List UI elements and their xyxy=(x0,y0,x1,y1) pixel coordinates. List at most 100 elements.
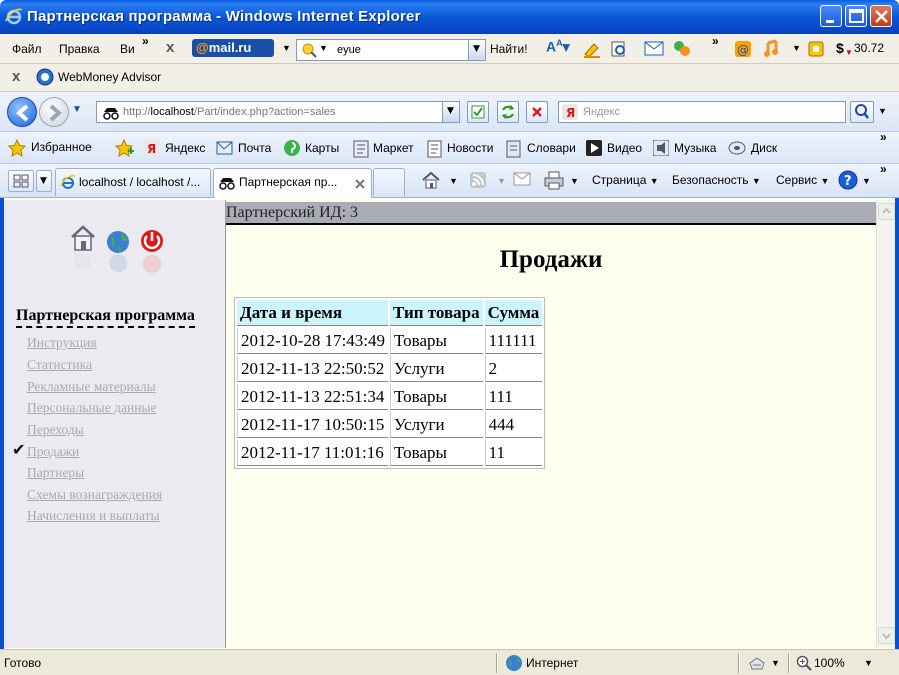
tab-list-dropdown[interactable]: ▼ xyxy=(36,170,52,192)
address-bar[interactable]: http://localhost/Part/index.php?action=s… xyxy=(96,101,460,123)
highlighter-icon[interactable] xyxy=(582,40,602,58)
sidebar-link-sales[interactable]: Продажи xyxy=(27,444,79,460)
mailru-find-button[interactable]: Найти! xyxy=(490,42,528,56)
tab-partner-program[interactable]: Партнерская пр... xyxy=(213,168,372,198)
home-dropdown[interactable]: ▼ xyxy=(449,176,458,186)
yandex-search-input[interactable]: Я Яндекс xyxy=(558,101,846,123)
zoom-icon[interactable] xyxy=(796,655,812,671)
minimize-button[interactable] xyxy=(820,5,842,27)
title-bar: Партнерская программа - Windows Internet… xyxy=(0,0,899,34)
sidebar-link-partners[interactable]: Партнеры xyxy=(27,465,84,481)
balance-currency-icon[interactable]: $ xyxy=(836,40,844,56)
back-arrow-icon xyxy=(15,104,29,122)
favorites-more-chevron[interactable]: » xyxy=(880,130,887,144)
globe-icon[interactable] xyxy=(106,230,130,274)
zoom-dropdown[interactable]: ▼ xyxy=(864,658,873,668)
help-dropdown[interactable]: ▼ xyxy=(862,176,871,186)
fav-link-market[interactable]: Маркет xyxy=(373,141,414,155)
compatibility-view-button[interactable] xyxy=(467,101,489,123)
fav-link-pochta[interactable]: Почта xyxy=(238,141,271,155)
close-window-button[interactable] xyxy=(870,5,892,27)
scroll-down-button[interactable] xyxy=(878,627,895,644)
fav-link-karty[interactable]: Карты xyxy=(305,141,339,155)
history-dropdown-arrow[interactable]: ▼ xyxy=(72,104,82,115)
safety-menu[interactable]: Безопасность ▼ xyxy=(672,173,761,187)
search-go-button[interactable] xyxy=(850,101,874,123)
music-notes-icon[interactable] xyxy=(762,39,784,59)
search-options-dropdown[interactable]: ▼ xyxy=(878,106,887,116)
mail-envelope-icon[interactable] xyxy=(644,41,664,56)
close-tab-icon[interactable] xyxy=(354,178,366,190)
webmoney-advisor-label[interactable]: WebMoney Advisor xyxy=(58,70,161,84)
cell-datetime: 2012-11-13 22:51:34 xyxy=(237,384,389,410)
protected-mode-icon[interactable] xyxy=(747,655,767,671)
favorites-button[interactable]: Избранное xyxy=(31,140,92,154)
vertical-scrollbar[interactable] xyxy=(876,200,895,648)
current-page-checkmark: ✔ xyxy=(12,440,26,459)
fav-link-novosti[interactable]: Новости xyxy=(447,141,493,155)
mailru-at-icon[interactable]: @ xyxy=(734,40,752,58)
cell-datetime: 2012-11-17 10:50:15 xyxy=(237,412,389,438)
mailru-search-dropdown[interactable]: ▼ xyxy=(468,40,485,60)
partner-id-bar: Партнерский ИД: 3 xyxy=(226,202,876,225)
maximize-button[interactable] xyxy=(845,5,867,27)
add-favorite-icon[interactable] xyxy=(115,139,135,157)
address-dropdown[interactable]: ▼ xyxy=(442,102,459,122)
fav-link-muzyka[interactable]: Музыка xyxy=(674,141,716,155)
cell-product-type: Услуги xyxy=(390,412,483,438)
cell-amount: 444 xyxy=(484,412,543,438)
sidebar-link-statistics[interactable]: Статистика xyxy=(27,357,92,373)
tools-menu[interactable]: Сервис ▼ xyxy=(776,173,829,187)
security-zone-label[interactable]: Интернет xyxy=(526,656,578,670)
font-size-icon[interactable]: AA▾ xyxy=(546,38,570,56)
menu-more-chevron[interactable]: » xyxy=(142,34,149,48)
home-icon[interactable] xyxy=(420,170,442,190)
protected-mode-dropdown[interactable]: ▼ xyxy=(771,658,780,668)
toolbar-more-chevron[interactable]: » xyxy=(712,34,719,48)
fav-link-yandex[interactable]: Яндекс xyxy=(165,141,205,155)
page-menu[interactable]: Страница ▼ xyxy=(592,173,659,187)
command-more-chevron[interactable]: » xyxy=(880,162,887,176)
sidebar-link-accruals-payments[interactable]: Начисления и выплаты xyxy=(27,508,160,524)
fav-link-video[interactable]: Видео xyxy=(607,141,642,155)
sidebar-link-reward-schemes[interactable]: Схемы вознаграждения xyxy=(27,487,162,503)
sidebar-link-personal-data[interactable]: Персональные данные xyxy=(27,400,157,416)
mailru-search-input[interactable]: ▼ eyue ▼ xyxy=(296,39,486,61)
refresh-button[interactable] xyxy=(497,101,519,123)
fav-link-disk[interactable]: Диск xyxy=(751,141,777,155)
mailru-dropdown-arrow[interactable]: ▼ xyxy=(282,43,291,53)
zoom-level[interactable]: 100% xyxy=(814,656,845,670)
read-mail-icon[interactable] xyxy=(513,172,531,186)
close-webmoney-icon[interactable]: x xyxy=(12,68,20,85)
stop-button[interactable] xyxy=(526,101,548,123)
cell-datetime: 2012-11-17 11:01:16 xyxy=(237,440,389,466)
scroll-up-button[interactable] xyxy=(878,203,895,220)
forward-button[interactable] xyxy=(39,97,69,127)
quick-tabs-button[interactable] xyxy=(8,170,34,192)
tab-localhost[interactable]: localhost / localhost /... xyxy=(55,168,211,196)
sidebar-link-promo-materials[interactable]: Рекламные материалы xyxy=(27,379,156,395)
close-menu-icon[interactable]: x xyxy=(166,39,174,56)
column-header-product-type: Тип товара xyxy=(390,300,483,326)
rss-feed-icon[interactable] xyxy=(470,172,486,188)
balance-value[interactable]: 30.72 xyxy=(854,41,884,55)
new-tab-button[interactable] xyxy=(373,168,405,196)
agent-contacts-icon[interactable] xyxy=(672,39,692,59)
home-nav-icon[interactable] xyxy=(70,224,96,272)
mailru-logo[interactable]: @mail.ru xyxy=(192,39,274,57)
power-logout-icon[interactable] xyxy=(140,228,164,274)
sidebar-link-instructions[interactable]: Инструкция xyxy=(27,335,97,351)
tab-label: Партнерская пр... xyxy=(239,175,338,189)
menu-edit[interactable]: Правка xyxy=(59,42,100,56)
help-icon[interactable]: ? xyxy=(838,170,858,190)
fav-link-slovari[interactable]: Словари xyxy=(527,141,576,155)
print-dropdown[interactable]: ▼ xyxy=(570,176,579,186)
back-button[interactable] xyxy=(7,97,37,127)
wallet-icon[interactable] xyxy=(808,40,824,58)
print-icon[interactable] xyxy=(543,170,565,190)
menu-file[interactable]: Файл xyxy=(12,42,42,56)
sidebar-link-visits[interactable]: Переходы xyxy=(27,422,84,438)
menu-view[interactable]: Ви xyxy=(120,42,135,56)
page-zoom-icon[interactable] xyxy=(610,40,628,58)
internet-explorer-icon xyxy=(5,8,23,25)
